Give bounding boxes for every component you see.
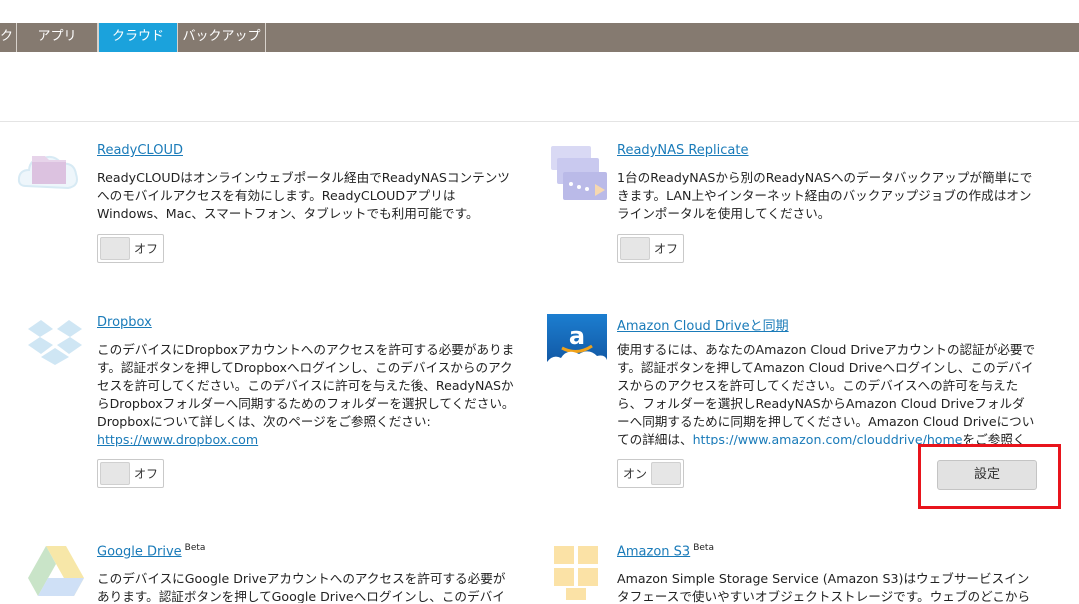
tab-backup[interactable]: バックアップ: [178, 23, 266, 52]
amazon-cloud-drive-description: 使用するには、あなたのAmazon Cloud Driveアカウントの認証が必要…: [617, 341, 1037, 445]
amazon-cloud-drive-icon: a: [547, 314, 607, 374]
tab-apps[interactable]: アプリ: [17, 23, 98, 52]
highlight-box: [918, 444, 1061, 509]
toggle-knob: [100, 462, 130, 485]
google-drive-title[interactable]: Google Drive Beta: [97, 543, 205, 559]
beta-badge: Beta: [693, 543, 714, 553]
amazon-cloud-drive-toggle[interactable]: オン: [617, 459, 684, 488]
svg-text:a: a: [569, 322, 585, 350]
content-divider: [0, 121, 1079, 122]
dropbox-icon: [26, 318, 84, 370]
tab-bar: ク アプリ クラウド バックアップ: [0, 23, 1079, 52]
dropbox-description-text: このデバイスにDropboxアカウントへのアクセスを許可する必要があります。認証…: [97, 342, 515, 429]
replicate-description: 1台のReadyNASから別のReadyNASへのデータバックアップが簡単にでき…: [617, 170, 1033, 221]
amazon-s3-title[interactable]: Amazon S3 Beta: [617, 543, 714, 559]
replicate-icon: [547, 142, 611, 206]
toggle-label: オン: [623, 467, 648, 481]
top-strip: [0, 0, 1079, 23]
toggle-label: オフ: [654, 242, 679, 256]
dropbox-title[interactable]: Dropbox: [97, 315, 152, 330]
beta-badge: Beta: [184, 543, 206, 553]
dropbox-toggle[interactable]: オフ: [97, 459, 164, 488]
toggle-knob: [620, 237, 650, 260]
dropbox-description: このデバイスにDropboxアカウントへのアクセスを許可する必要があります。認証…: [97, 341, 515, 449]
tab-partial[interactable]: ク: [0, 23, 17, 52]
readycloud-title[interactable]: ReadyCLOUD: [97, 143, 183, 158]
toggle-knob: [100, 237, 130, 260]
amazon-cloud-drive-title[interactable]: Amazon Cloud Driveと同期: [617, 315, 789, 334]
google-drive-description: このデバイスにGoogle Driveアカウントへのアクセスを許可する必要があり…: [97, 571, 506, 603]
amazon-s3-description: Amazon Simple Storage Service (Amazon S3…: [617, 571, 1031, 603]
google-drive-icon: [26, 544, 86, 600]
replicate-toggle[interactable]: オフ: [617, 234, 684, 263]
tab-cloud[interactable]: クラウド: [98, 23, 178, 52]
amazon-s3-title-text: Amazon S3: [617, 544, 691, 560]
readycloud-icon: [16, 140, 80, 204]
replicate-title[interactable]: ReadyNAS Replicate: [617, 143, 749, 158]
google-drive-title-text: Google Drive: [97, 544, 182, 560]
amazon-s3-icon: [550, 542, 604, 600]
readycloud-description: ReadyCLOUDはオンラインウェブポータル経由でReadyNASコンテンツへ…: [97, 170, 510, 221]
amazon-cloud-drive-description-text: 使用するには、あなたのAmazon Cloud Driveアカウントの認証が必要…: [617, 342, 1036, 445]
dropbox-link[interactable]: https://www.dropbox.com: [97, 432, 258, 447]
readycloud-toggle[interactable]: オフ: [97, 234, 164, 263]
toggle-label: オフ: [134, 242, 159, 256]
toggle-label: オフ: [134, 467, 159, 481]
toggle-knob: [651, 462, 681, 485]
